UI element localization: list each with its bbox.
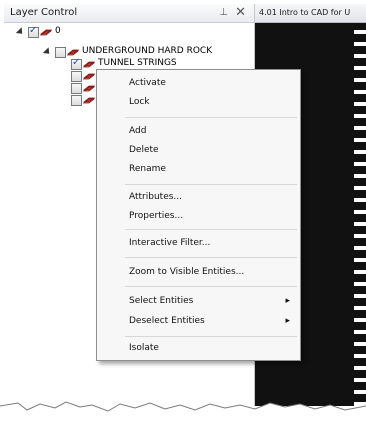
menu-separator bbox=[125, 184, 297, 185]
menu-item-label: Lock bbox=[129, 97, 150, 107]
application-window: Layer Control ⊥ ✕ 0 UNDERGROUND HARD ROC… bbox=[0, 0, 366, 423]
tree-node-label: UNDERGROUND HARD ROCK bbox=[82, 46, 213, 56]
layer-icon bbox=[83, 71, 95, 81]
menu-item-label: Interactive Filter... bbox=[129, 238, 211, 248]
tree-node-child[interactable]: UNDERGROUND HARD ROCK bbox=[4, 46, 254, 58]
menu-separator bbox=[125, 336, 297, 337]
menu-item-label: Zoom to Visible Entities... bbox=[129, 267, 245, 277]
menu-item-delete[interactable]: Delete bbox=[97, 141, 300, 160]
menu-item-label: Rename bbox=[129, 164, 166, 174]
menu-item-zoom-to-visible[interactable]: Zoom to Visible Entities... bbox=[97, 263, 300, 282]
expand-arrow-icon[interactable] bbox=[15, 27, 26, 37]
menu-item-label: Deselect Entities bbox=[129, 316, 205, 326]
menu-item-label: Properties... bbox=[129, 211, 184, 221]
menu-item-activate[interactable]: Activate bbox=[97, 74, 300, 93]
document-tab-label: 4.01 Intro to CAD for U bbox=[259, 8, 351, 17]
context-menu: Activate Lock Add Delete Rename Attribut… bbox=[96, 69, 301, 361]
document-tab[interactable]: 4.01 Intro to CAD for U bbox=[255, 4, 366, 23]
menu-separator bbox=[125, 117, 297, 118]
layer-icon bbox=[83, 59, 95, 69]
menu-separator bbox=[125, 229, 297, 230]
checkbox-icon[interactable] bbox=[28, 25, 39, 38]
menu-item-label: Attributes... bbox=[129, 192, 183, 202]
menu-item-select-entities[interactable]: Select Entities ▸ bbox=[97, 292, 300, 311]
pin-icon[interactable]: ⊥ bbox=[219, 7, 228, 18]
expand-arrow-icon[interactable] bbox=[42, 47, 53, 57]
checkbox-icon[interactable] bbox=[71, 95, 82, 106]
submenu-arrow-icon: ▸ bbox=[285, 296, 290, 306]
tree-node-label: TUNNEL STRINGS bbox=[98, 58, 177, 68]
menu-item-label: Add bbox=[129, 126, 147, 136]
menu-item-isolate[interactable]: Isolate bbox=[97, 339, 300, 358]
menu-item-label: Activate bbox=[129, 78, 166, 88]
menu-separator bbox=[125, 257, 297, 258]
layer-icon bbox=[83, 95, 95, 105]
layer-icon bbox=[67, 47, 79, 57]
checkbox-icon[interactable] bbox=[55, 47, 66, 58]
menu-item-label: Delete bbox=[129, 145, 159, 155]
torn-edge bbox=[354, 22, 366, 406]
menu-item-attributes[interactable]: Attributes... bbox=[97, 188, 300, 207]
tree-node-label: 0 bbox=[55, 26, 61, 36]
panel-header: Layer Control ⊥ ✕ bbox=[4, 4, 254, 23]
menu-item-interactive-filter[interactable]: Interactive Filter... bbox=[97, 234, 300, 253]
menu-item-label: Select Entities bbox=[129, 296, 194, 306]
layer-icon bbox=[40, 27, 52, 37]
menu-item-rename[interactable]: Rename bbox=[97, 160, 300, 179]
menu-item-deselect-entities[interactable]: Deselect Entities ▸ bbox=[97, 312, 300, 331]
panel-title: Layer Control bbox=[10, 7, 78, 18]
layer-icon bbox=[83, 83, 95, 93]
menu-item-lock[interactable]: Lock bbox=[97, 93, 300, 112]
checkbox-icon[interactable] bbox=[71, 57, 82, 70]
submenu-arrow-icon: ▸ bbox=[285, 316, 290, 326]
torn-bottom-edge bbox=[0, 401, 366, 423]
menu-item-properties[interactable]: Properties... bbox=[97, 207, 300, 226]
checkbox-icon[interactable] bbox=[71, 83, 82, 94]
menu-item-add[interactable]: Add bbox=[97, 122, 300, 141]
checkbox-icon[interactable] bbox=[71, 71, 82, 82]
menu-separator bbox=[125, 286, 297, 287]
close-icon[interactable]: ✕ bbox=[235, 5, 246, 20]
tree-node-root[interactable]: 0 bbox=[4, 25, 254, 38]
menu-item-label: Isolate bbox=[129, 343, 159, 353]
